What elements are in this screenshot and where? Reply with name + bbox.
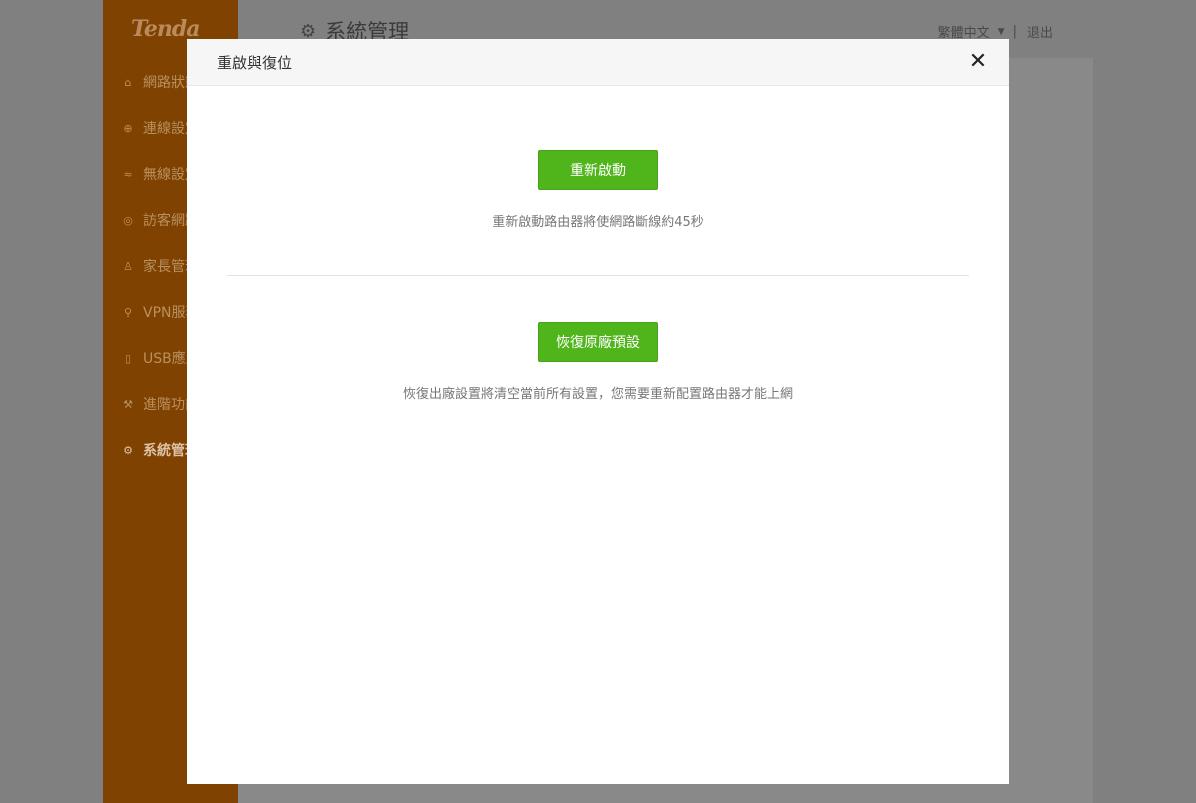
globe-icon: ⊕ bbox=[123, 121, 133, 135]
chevron-down-icon[interactable]: ▼ bbox=[998, 27, 1005, 37]
family-icon: ♙ bbox=[123, 259, 133, 273]
section-divider bbox=[227, 275, 969, 276]
reboot-reset-dialog: 重啟與復位 ✕ 重新啟動 重新啟動路由器將使網路斷線約45秒 恢復原廠預設 恢復… bbox=[187, 39, 1009, 784]
topbar-divider: | bbox=[1012, 24, 1017, 39]
reboot-hint: 重新啟動路由器將使網路斷線約45秒 bbox=[492, 215, 704, 230]
logout-link[interactable]: 退出 bbox=[1027, 22, 1053, 41]
router-icon: ⌂ bbox=[124, 75, 132, 89]
guest-icon: ◎ bbox=[123, 213, 133, 227]
wrench-icon: ⚒ bbox=[123, 397, 133, 411]
gear-icon: ⚙ bbox=[123, 443, 133, 457]
wifi-icon: ≈ bbox=[123, 167, 133, 181]
close-icon[interactable]: ✕ bbox=[967, 51, 989, 73]
dialog-title: 重啟與復位 bbox=[217, 54, 293, 72]
reboot-button[interactable]: 重新啟動 bbox=[538, 150, 658, 190]
factory-reset-hint: 恢復出廠設置將清空當前所有設置，您需要重新配置路由器才能上網 bbox=[402, 387, 793, 402]
usb-icon: ▯ bbox=[124, 351, 132, 365]
dialog-header: 重啟與復位 ✕ bbox=[187, 39, 1009, 86]
factory-reset-button[interactable]: 恢復原廠預設 bbox=[538, 322, 658, 362]
vpn-icon: ⚲ bbox=[123, 305, 133, 319]
